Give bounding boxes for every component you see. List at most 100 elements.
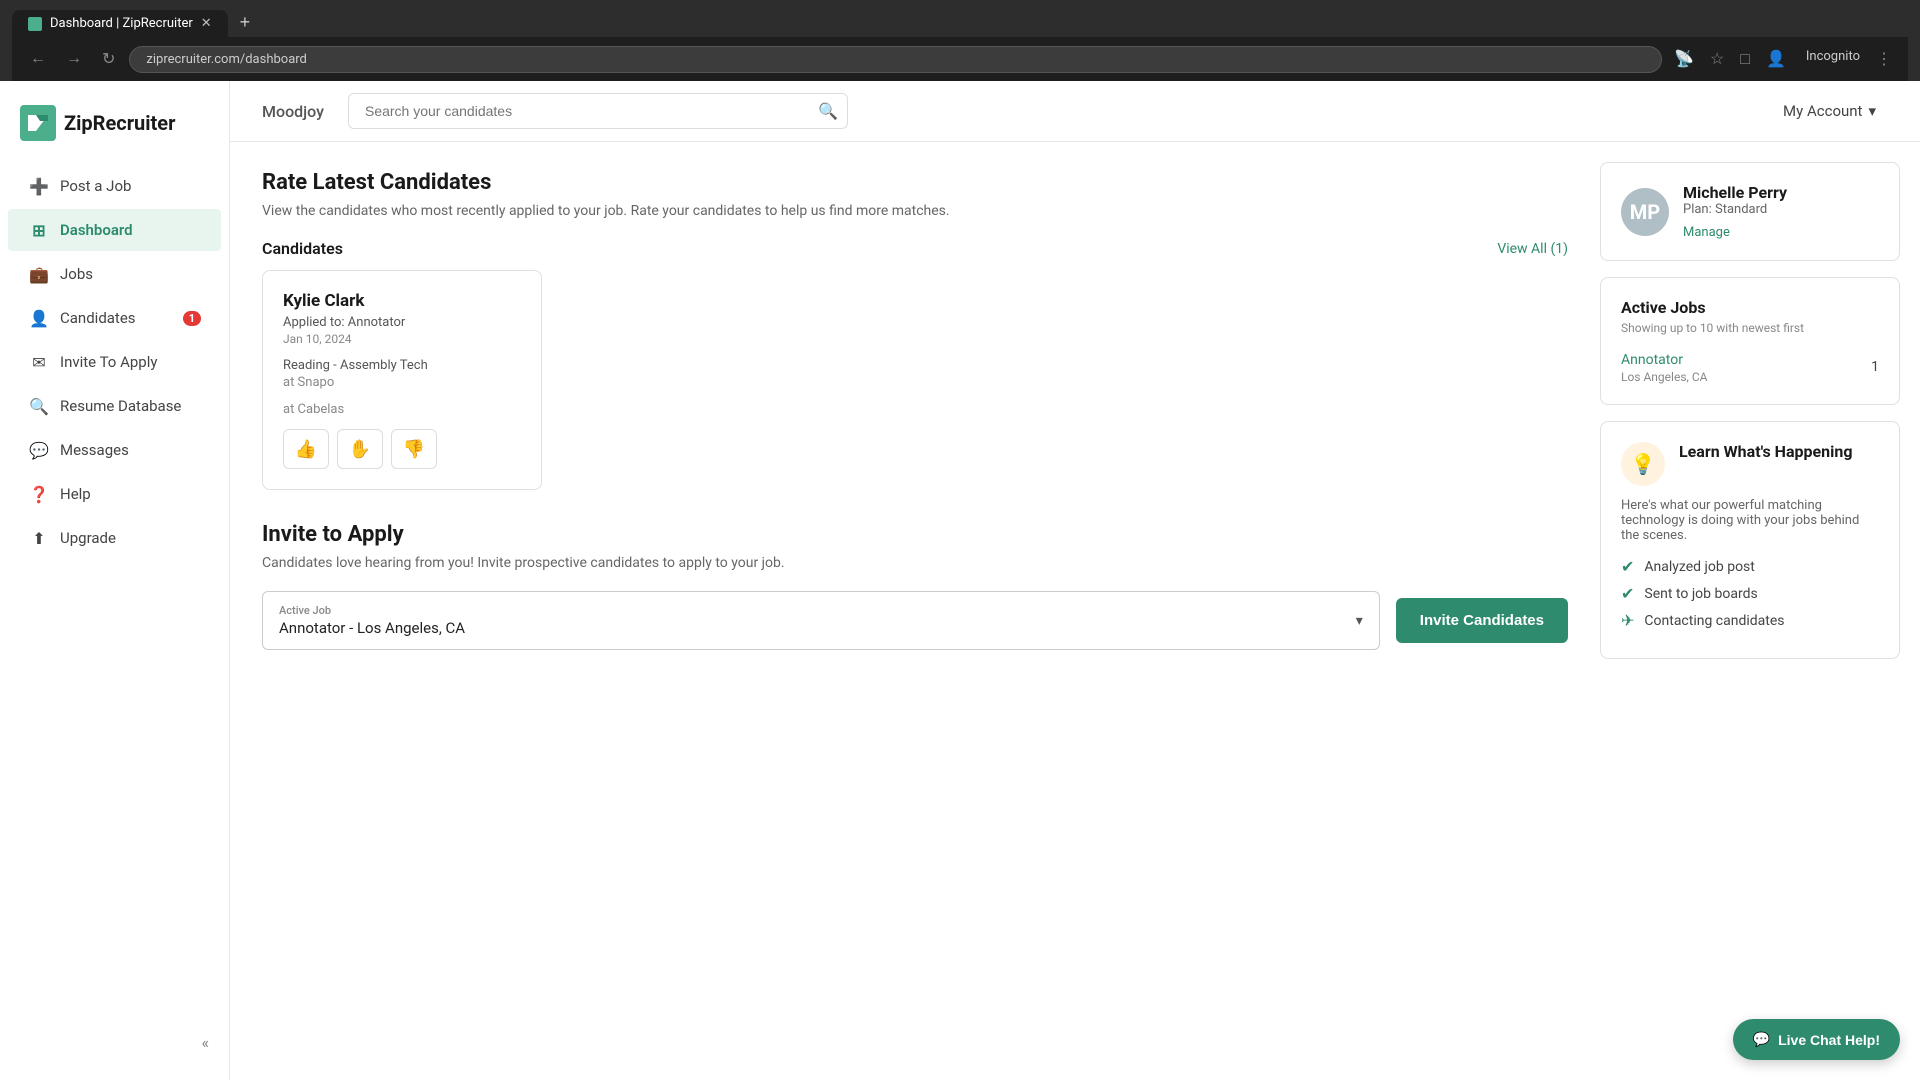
candidate-detail1-sub: at Snapo [283,375,521,390]
active-job-info: Active Job Annotator - Los Angeles, CA [279,604,465,637]
sidebar-item-jobs[interactable]: 💼 Jobs [8,253,221,295]
right-sidebar: MP Michelle Perry Plan: Standard Manage … [1600,142,1920,1080]
active-jobs-title: Active Jobs [1621,298,1879,317]
invite-section: Invite to Apply Candidates love hearing … [262,522,1568,650]
dropdown-chevron-icon: ▾ [1356,613,1363,629]
sidebar-item-messages[interactable]: 💬 Messages [8,429,221,471]
my-account-button[interactable]: My Account ▾ [1771,94,1888,128]
rating-buttons: 👍 ✋ 👎 [283,429,521,469]
messages-icon: 💬 [28,439,50,461]
manage-link[interactable]: Manage [1683,225,1730,240]
applied-date: Jan 10, 2024 [283,332,521,346]
menu-icon[interactable]: ⋮ [1872,45,1896,73]
invite-candidates-button[interactable]: Invite Candidates [1396,598,1568,643]
active-tab[interactable]: Dashboard | ZipRecruiter ✕ [12,10,228,37]
thumbs-up-icon: 👍 [295,439,317,460]
extensions-icon[interactable]: □ [1736,45,1754,73]
tab-favicon [28,17,42,31]
new-tab-button[interactable]: + [232,8,259,37]
check-icon-2: ✔ [1621,584,1634,603]
view-all-link[interactable]: View All (1) [1497,241,1568,257]
sidebar-item-label: Resume Database [60,397,181,415]
sidebar-item-post-a-job[interactable]: ➕ Post a Job [8,165,221,207]
active-job-row: Active Job Annotator - Los Angeles, CA ▾… [262,591,1568,650]
user-plan: Plan: Standard [1683,202,1787,217]
live-chat-button[interactable]: 💬 Live Chat Help! [1733,1019,1900,1060]
active-jobs-subtitle: Showing up to 10 with newest first [1621,321,1879,335]
app: ZipRecruiter ➕ Post a Job ⊞ Dashboard 💼 … [0,81,1920,1080]
sidebar-item-dashboard[interactable]: ⊞ Dashboard [8,209,221,251]
sidebar-item-label: Post a Job [60,177,131,195]
ziprecruiter-logo-icon [20,105,56,141]
active-job-label: Active Job [279,604,465,617]
candidate-card: Kylie Clark Applied to: Annotator Jan 10… [262,270,542,490]
invite-section-title: Invite to Apply [262,522,1568,547]
applied-to-label: Applied to: [283,315,345,330]
refresh-button[interactable]: ↻ [96,45,121,73]
content-area: Rate Latest Candidates View the candidat… [230,142,1920,1080]
checklist-item-3: ✈ Contacting candidates [1621,611,1879,630]
sidebar-item-resume-database[interactable]: 🔍 Resume Database [8,385,221,427]
upgrade-icon: ⬆ [28,527,50,549]
rate-candidates-title: Rate Latest Candidates [262,170,1568,195]
user-name: Michelle Perry [1683,183,1787,202]
back-button[interactable]: ← [24,46,52,72]
checklist-text-1: Analyzed job post [1644,559,1754,575]
logo-text: ZipRecruiter [64,111,175,135]
sidebar-item-upgrade[interactable]: ⬆ Upgrade [8,517,221,559]
maybe-button[interactable]: ✋ [337,429,383,469]
thumbs-down-button[interactable]: 👎 [391,429,437,469]
maybe-icon: ✋ [349,439,371,460]
post-job-icon: ➕ [28,175,50,197]
address-bar[interactable]: ziprecruiter.com/dashboard [129,46,1662,73]
sidebar-collapse-btn[interactable]: « [0,1021,229,1064]
learn-card-header: 💡 Learn What's Happening [1621,442,1879,486]
bookmark-icon[interactable]: ☆ [1706,45,1728,73]
active-jobs-card: Active Jobs Showing up to 10 with newest… [1600,277,1900,405]
sidebar-item-label: Invite To Apply [60,353,157,371]
browser-chrome: Dashboard | ZipRecruiter ✕ + ← → ↻ zipre… [0,0,1920,81]
sidebar-item-help[interactable]: ❓ Help [8,473,221,515]
search-input[interactable] [348,93,848,129]
search-icon[interactable]: 🔍 [818,102,838,121]
incognito-label: Incognito [1802,45,1864,73]
sidebar-item-label: Upgrade [60,529,116,547]
active-job-dropdown[interactable]: Active Job Annotator - Los Angeles, CA ▾ [262,591,1380,650]
learn-icon: 💡 [1621,442,1665,486]
cast-icon[interactable]: 📡 [1670,45,1698,73]
sidebar-item-candidates[interactable]: 👤 Candidates 1 [8,297,221,339]
thumbs-down-icon: 👎 [403,439,425,460]
job-applicant-count: 1 [1871,359,1879,375]
url-display: ziprecruiter.com/dashboard [146,52,306,67]
tab-title: Dashboard | ZipRecruiter [50,16,193,31]
browser-toolbar: ← → ↻ ziprecruiter.com/dashboard 📡 ☆ □ 👤… [12,37,1908,81]
active-job-value: Annotator - Los Angeles, CA [279,619,465,637]
learn-card-desc: Here's what our powerful matching techno… [1621,498,1879,543]
invite-icon: ✉ [28,351,50,373]
chat-bubble-icon: 💬 [1753,1031,1770,1048]
my-account-chevron-icon: ▾ [1868,102,1876,120]
sidebar-item-label: Candidates [60,309,136,327]
candidates-header: Candidates View All (1) [262,239,1568,258]
tab-close-btn[interactable]: ✕ [201,16,212,31]
sidebar-item-label: Jobs [60,265,93,283]
user-card: MP Michelle Perry Plan: Standard Manage [1600,162,1900,261]
content-main: Rate Latest Candidates View the candidat… [230,142,1600,1080]
applied-to: Applied to: Annotator [283,315,521,330]
invite-section-desc: Candidates love hearing from you! Invite… [262,555,1568,571]
help-icon: ❓ [28,483,50,505]
send-icon: ✈ [1621,611,1634,630]
profile-icon[interactable]: 👤 [1762,45,1790,73]
sidebar-nav: ➕ Post a Job ⊞ Dashboard 💼 Jobs 👤 Candid… [0,165,229,1021]
sidebar-item-invite-to-apply[interactable]: ✉ Invite To Apply [8,341,221,383]
job-list-item: Annotator Los Angeles, CA 1 [1621,349,1879,384]
job-title-link[interactable]: Annotator [1621,352,1683,368]
sidebar-item-label: Dashboard [60,221,133,239]
learn-card-title: Learn What's Happening [1679,442,1853,461]
thumbs-up-button[interactable]: 👍 [283,429,329,469]
main-content: Moodjoy 🔍 My Account ▾ Rate Latest Candi… [230,81,1920,1080]
learn-card: 💡 Learn What's Happening Here's what our… [1600,421,1900,659]
forward-button[interactable]: → [60,46,88,72]
checklist-item-1: ✔ Analyzed job post [1621,557,1879,576]
job-details: Annotator Los Angeles, CA [1621,349,1707,384]
